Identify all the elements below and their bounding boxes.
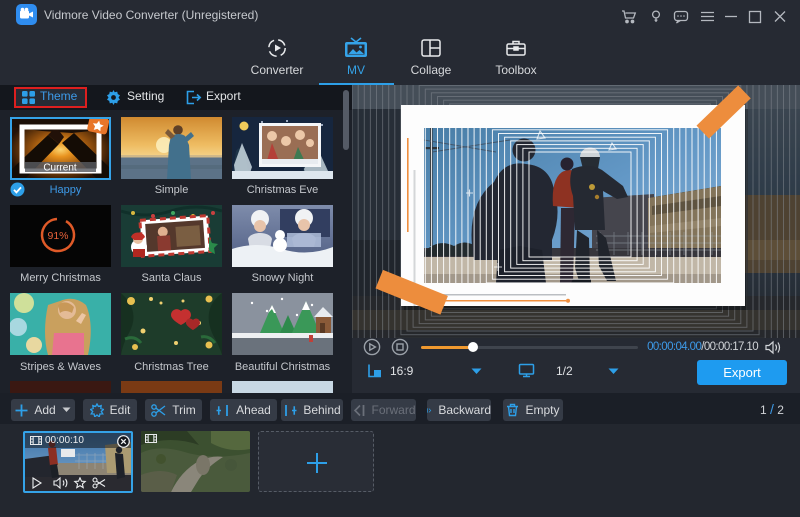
svg-text:Current: Current [43, 163, 77, 174]
svg-text:91%: 91% [47, 230, 68, 242]
